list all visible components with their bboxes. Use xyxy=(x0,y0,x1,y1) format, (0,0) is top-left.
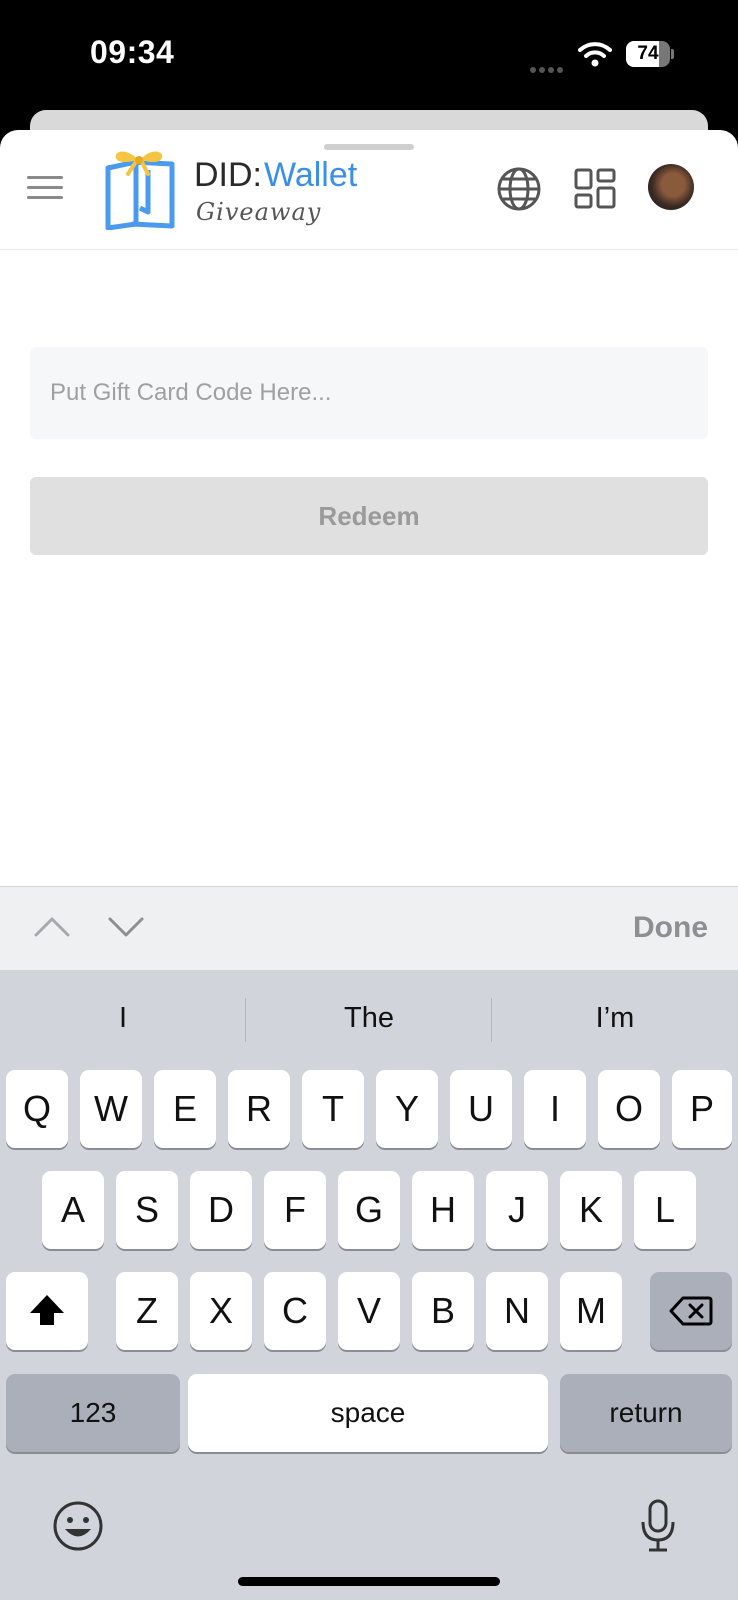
suggestion-item[interactable]: The xyxy=(246,990,492,1046)
key-u[interactable]: U xyxy=(450,1070,512,1148)
key-m[interactable]: M xyxy=(560,1272,622,1350)
cellular-signal-icon xyxy=(530,60,566,78)
key-o[interactable]: O xyxy=(598,1070,660,1148)
key-s[interactable]: S xyxy=(116,1171,178,1249)
chevron-down-icon[interactable] xyxy=(106,911,146,941)
brand-subtitle: Giveaway xyxy=(196,198,322,226)
keyboard: I The I’m Q W E R T Y U I O P A S D F G … xyxy=(0,970,738,1600)
space-key[interactable]: space xyxy=(188,1374,548,1452)
done-button[interactable]: Done xyxy=(633,911,708,945)
key-h[interactable]: H xyxy=(412,1171,474,1249)
key-p[interactable]: P xyxy=(672,1070,732,1148)
backspace-icon xyxy=(669,1296,713,1326)
gift-card-code-input[interactable] xyxy=(30,347,708,439)
wallet-gift-logo-icon xyxy=(105,151,175,230)
key-c[interactable]: C xyxy=(264,1272,326,1350)
status-bar: 09:34 74 xyxy=(0,0,738,110)
apps-grid-icon[interactable] xyxy=(574,168,616,210)
emoji-icon[interactable] xyxy=(52,1500,104,1552)
key-y[interactable]: Y xyxy=(376,1070,438,1148)
return-key[interactable]: return xyxy=(560,1374,732,1452)
key-q[interactable]: Q xyxy=(6,1070,68,1148)
key-n[interactable]: N xyxy=(486,1272,548,1350)
key-b[interactable]: B xyxy=(412,1272,474,1350)
key-a[interactable]: A xyxy=(42,1171,104,1249)
key-k[interactable]: K xyxy=(560,1171,622,1249)
shift-key[interactable] xyxy=(6,1272,88,1350)
app-header: DID: Wallet Giveaway xyxy=(0,130,738,250)
key-t[interactable]: T xyxy=(302,1070,364,1148)
suggestion-item[interactable]: I’m xyxy=(492,990,738,1046)
battery-icon: 74 xyxy=(626,41,674,67)
key-f[interactable]: F xyxy=(264,1171,326,1249)
redeem-button[interactable]: Redeem xyxy=(30,477,708,555)
key-w[interactable]: W xyxy=(80,1070,142,1148)
status-time: 09:34 xyxy=(90,34,175,70)
backspace-key[interactable] xyxy=(650,1272,732,1350)
keyboard-accessory-bar: Done xyxy=(0,886,738,970)
home-indicator xyxy=(238,1577,500,1586)
shift-arrow-icon xyxy=(30,1295,64,1325)
key-d[interactable]: D xyxy=(190,1171,252,1249)
user-avatar[interactable] xyxy=(648,164,694,210)
suggestion-item[interactable]: I xyxy=(0,990,246,1046)
brand-prefix: DID: xyxy=(194,156,262,194)
wifi-icon xyxy=(578,42,612,67)
key-v[interactable]: V xyxy=(338,1272,400,1350)
key-j[interactable]: J xyxy=(486,1171,548,1249)
predictive-suggestions: I The I’m xyxy=(0,990,738,1046)
menu-icon[interactable] xyxy=(27,174,63,202)
key-g[interactable]: G xyxy=(338,1171,400,1249)
chevron-up-icon[interactable] xyxy=(32,911,72,941)
numbers-key[interactable]: 123 xyxy=(6,1374,180,1452)
key-r[interactable]: R xyxy=(228,1070,290,1148)
key-l[interactable]: L xyxy=(634,1171,696,1249)
key-x[interactable]: X xyxy=(190,1272,252,1350)
battery-percentage: 74 xyxy=(637,43,659,64)
microphone-icon[interactable] xyxy=(638,1498,678,1554)
brand-name: Wallet xyxy=(264,156,358,194)
globe-icon[interactable] xyxy=(496,166,542,212)
key-z[interactable]: Z xyxy=(116,1272,178,1350)
key-i[interactable]: I xyxy=(524,1070,586,1148)
key-e[interactable]: E xyxy=(154,1070,216,1148)
